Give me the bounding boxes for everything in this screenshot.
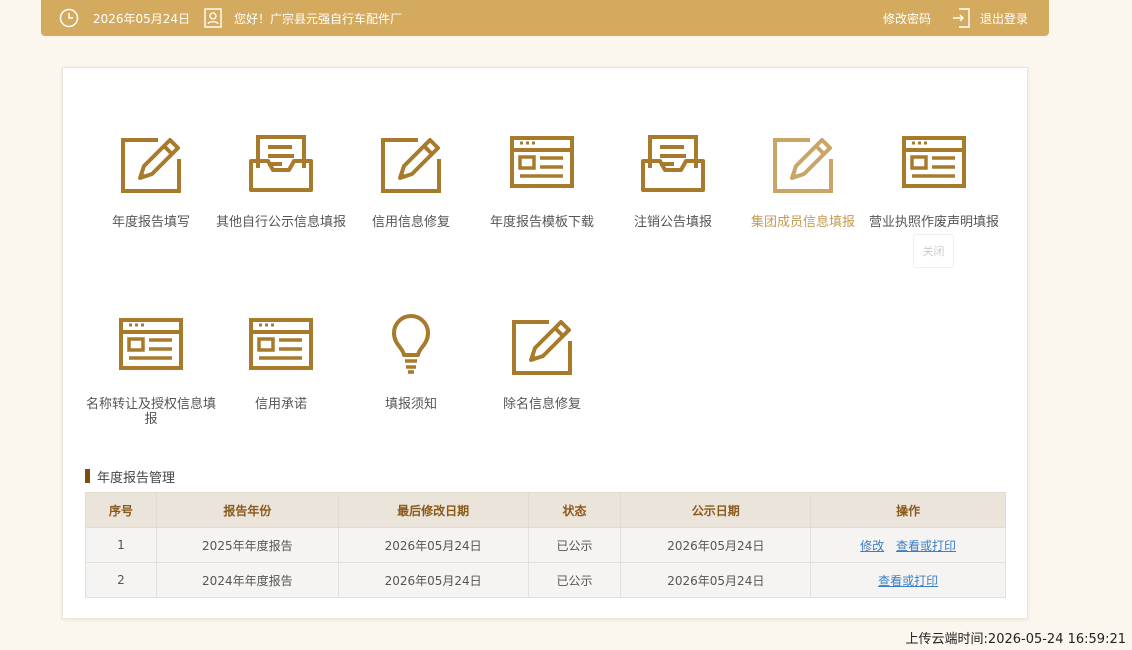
main-panel: 年度报告填写 其他自行公示信息填报 信用信息修复 年度报告模板下载 注销公告填报… [62, 67, 1028, 619]
clock-icon [59, 0, 79, 36]
close-tooltip[interactable]: 关闭 [913, 234, 954, 268]
logout-icon[interactable] [952, 0, 970, 36]
section-title-bar [85, 469, 90, 483]
inbox-icon [216, 131, 346, 193]
view-print-link[interactable]: 查看或打印 [878, 574, 938, 588]
edit-icon [86, 131, 216, 193]
edit-icon [346, 131, 476, 193]
row-status: 已公示 [527, 527, 622, 563]
header-greeting: 您好！广宗县元强自行车配件厂 [234, 11, 403, 26]
menu-tile-annual-report[interactable]: 年度报告填写 [86, 131, 216, 230]
row-year: 2025年年度报告 [155, 527, 339, 563]
row-modified: 2026年05月24日 [337, 527, 529, 563]
row-no: 1 [85, 527, 157, 563]
menu-tile-label: 营业执照作废声明填报 [869, 215, 1000, 230]
user-icon [204, 0, 222, 36]
edit-link[interactable]: 修改 [860, 539, 884, 553]
lightbulb-icon [346, 313, 476, 375]
menu-tile-label: 注销公告填报 [633, 215, 712, 230]
header-published: 公示日期 [620, 492, 812, 528]
header-actions: 操作 [810, 492, 1006, 528]
menu-tile-filing-notice[interactable]: 填报须知 [346, 313, 476, 412]
menu-tile-other-disclosure[interactable]: 其他自行公示信息填报 [216, 131, 346, 230]
menu-tile-cancellation-notice[interactable]: 注销公告填报 [608, 131, 738, 230]
header-status: 状态 [527, 492, 622, 528]
view-print-link[interactable]: 查看或打印 [896, 539, 956, 553]
row-status: 已公示 [527, 562, 622, 598]
header-year: 报告年份 [155, 492, 339, 528]
edit-icon [738, 131, 868, 193]
menu-tile-credit-repair[interactable]: 信用信息修复 [346, 131, 476, 230]
menu-tile-license-void[interactable]: 营业执照作废声明填报 [869, 131, 999, 230]
menu-tile-label: 除名信息修复 [502, 397, 581, 412]
row-year: 2024年年度报告 [155, 562, 339, 598]
logout-link[interactable]: 退出登录 [980, 0, 1028, 36]
row-no: 2 [85, 562, 157, 598]
template-icon [216, 313, 346, 375]
menu-tile-label: 年度报告填写 [111, 215, 190, 230]
table-header-row: 序号 报告年份 最后修改日期 状态 公示日期 操作 [85, 492, 1006, 528]
edit-icon [477, 313, 607, 375]
template-icon [477, 131, 607, 193]
menu-tile-label: 信用承诺 [254, 397, 307, 412]
menu-tile-label: 其他自行公示信息填报 [216, 215, 347, 230]
section-title-text: 年度报告管理 [97, 470, 176, 486]
header-date: 2026年05月24日 [93, 11, 191, 26]
row-modified: 2026年05月24日 [337, 562, 529, 598]
table-row: 1 2025年年度报告 2026年05月24日 已公示 2026年05月24日 … [85, 527, 1006, 563]
menu-tile-label: 名称转让及授权信息填报 [86, 397, 217, 427]
row-published: 2026年05月24日 [620, 562, 812, 598]
menu-tile-template-download[interactable]: 年度报告模板下载 [477, 131, 607, 230]
header-no: 序号 [85, 492, 157, 528]
menu-tile-removal-repair[interactable]: 除名信息修复 [477, 313, 607, 412]
menu-tile-credit-commitment[interactable]: 信用承诺 [216, 313, 346, 412]
table-row: 2 2024年年度报告 2026年05月24日 已公示 2026年05月24日 … [85, 562, 1006, 598]
top-bar: 2026年05月24日 您好！广宗县元强自行车配件厂 修改密码 退出登录 [41, 0, 1049, 36]
annual-report-table: 序号 报告年份 最后修改日期 状态 公示日期 操作 1 2025年年度报告 20… [85, 492, 1006, 598]
row-actions: 修改 查看或打印 [810, 527, 1006, 563]
header-modified: 最后修改日期 [337, 492, 529, 528]
menu-tile-label: 年度报告模板下载 [489, 215, 594, 230]
row-actions: 查看或打印 [810, 562, 1006, 598]
menu-tile-label: 集团成员信息填报 [750, 215, 855, 230]
menu-tile-name-transfer[interactable]: 名称转让及授权信息填报 [86, 313, 216, 427]
row-published: 2026年05月24日 [620, 527, 812, 563]
template-icon [86, 313, 216, 375]
change-password-link[interactable]: 修改密码 [883, 0, 931, 36]
section-title: 年度报告管理 [85, 468, 176, 486]
menu-tile-label: 信用信息修复 [371, 215, 450, 230]
template-icon [869, 131, 999, 193]
inbox-icon [608, 131, 738, 193]
menu-tile-group-member[interactable]: 集团成员信息填报 [738, 131, 868, 230]
upload-time: 上传云端时间:2026-05-24 16:59:21 [905, 632, 1126, 647]
menu-tile-label: 填报须知 [384, 397, 437, 412]
